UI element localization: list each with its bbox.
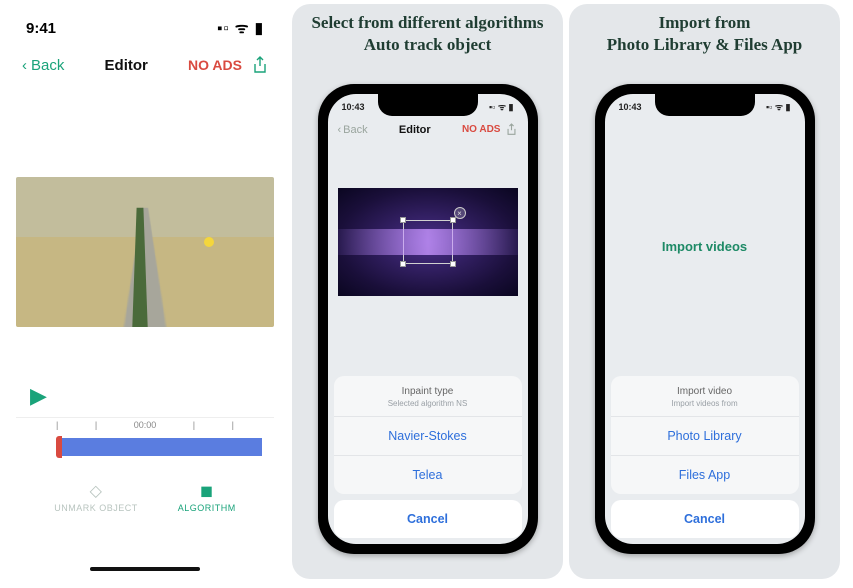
back-label: Back [31, 57, 64, 74]
sheet-subtitle: Selected algorithm NS [340, 399, 516, 408]
option-telea[interactable]: Telea [334, 455, 522, 494]
option-photo-library[interactable]: Photo Library [611, 416, 799, 455]
back-button[interactable]: ‹ Back [22, 57, 64, 74]
sheet-title: Inpaint type [340, 386, 516, 397]
caption-line-1: Select from different algorithms [302, 12, 553, 34]
algorithm-label: ALGORITHM [178, 503, 236, 513]
screenshot-import-sheet: Import from Photo Library & Files App 10… [569, 4, 840, 579]
no-ads-button[interactable]: NO ADS [462, 124, 501, 135]
caption-line-2: Auto track object [302, 34, 553, 56]
action-sheet: Import video Import videos from Photo Li… [611, 376, 799, 538]
import-videos-button[interactable]: Import videos [605, 239, 805, 254]
action-sheet: Inpaint type Selected algorithm NS Navie… [334, 376, 522, 538]
status-time: 10:43 [342, 102, 365, 112]
play-button[interactable]: ▶ [30, 383, 286, 409]
resize-handle-icon[interactable] [450, 217, 456, 223]
share-icon[interactable] [506, 123, 517, 136]
phone-screen: 10:43 ▪▫ ᯤ ▮ Import videos Import video … [605, 94, 805, 544]
algorithm-button[interactable]: ◼ ALGORITHM [178, 481, 236, 513]
close-selection-icon[interactable]: × [454, 207, 466, 219]
caption-line-1: Import from [579, 12, 830, 34]
diamond-icon: ◇ [54, 481, 138, 501]
status-indicators: ▪▫ ᯤ ▮ [766, 100, 791, 113]
status-time: 9:41 [26, 20, 56, 37]
status-bar: 9:41 ▪▫ ᯤ ▮ [4, 4, 286, 38]
timeline[interactable]: ||00:00|| [16, 417, 274, 465]
status-indicators: ▪▫ ᯤ ▮ [217, 18, 264, 38]
unmark-label: UNMARK OBJECT [54, 503, 138, 513]
screenshot-algorithm-sheet: Select from different algorithms Auto tr… [292, 4, 563, 579]
sheet-subtitle: Import videos from [617, 399, 793, 408]
nav-bar: ‹ Back Editor NO ADS [328, 113, 528, 140]
back-label: Back [343, 124, 367, 136]
resize-handle-icon[interactable] [400, 217, 406, 223]
phone-frame: 10:43 ▪▫ ᯤ ▮ Import videos Import video … [595, 84, 815, 554]
option-navier-stokes[interactable]: Navier-Stokes [334, 416, 522, 455]
panel-caption: Select from different algorithms Auto tr… [292, 4, 563, 60]
option-files-app[interactable]: Files App [611, 455, 799, 494]
status-indicators: ▪▫ ᯤ ▮ [489, 100, 514, 113]
resize-handle-icon[interactable] [450, 261, 456, 267]
sheet-options: Inpaint type Selected algorithm NS Navie… [334, 376, 522, 494]
timeline-label: 00:00 [134, 420, 157, 430]
sheet-header: Import video Import videos from [611, 376, 799, 416]
chevron-left-icon: ‹ [338, 124, 342, 136]
sheet-header: Inpaint type Selected algorithm NS [334, 376, 522, 416]
screenshot-editor-main: 9:41 ▪▫ ᯤ ▮ ‹ Back Editor NO ADS ▶ || [4, 4, 286, 579]
caption-line-2: Photo Library & Files App [579, 34, 830, 56]
tracker-marker-icon[interactable] [204, 237, 214, 247]
sheet-options: Import video Import videos from Photo Li… [611, 376, 799, 494]
status-time: 10:43 [619, 102, 642, 112]
cancel-button[interactable]: Cancel [611, 500, 799, 538]
selection-box[interactable]: × [403, 220, 453, 264]
no-ads-button[interactable]: NO ADS [188, 57, 242, 73]
chevron-left-icon: ‹ [22, 57, 27, 74]
phone-frame: 10:43 ▪▫ ᯤ ▮ ‹ Back Editor NO ADS [318, 84, 538, 554]
nav-bar: ‹ Back Editor NO ADS [4, 38, 286, 82]
back-button[interactable]: ‹ Back [338, 124, 368, 136]
video-preview[interactable]: × [338, 188, 518, 296]
resize-handle-icon[interactable] [400, 261, 406, 267]
page-title: Editor [399, 124, 431, 136]
timeline-ticks: ||00:00|| [16, 418, 274, 430]
notch [655, 94, 755, 116]
cancel-button[interactable]: Cancel [334, 500, 522, 538]
video-preview[interactable] [16, 177, 274, 327]
home-indicator[interactable] [90, 567, 200, 571]
timeline-clip[interactable] [62, 438, 262, 456]
unmark-object-button[interactable]: ◇ UNMARK OBJECT [54, 481, 138, 513]
sheet-title: Import video [617, 386, 793, 397]
bottom-toolbar: ◇ UNMARK OBJECT ◼ ALGORITHM [4, 481, 286, 513]
panel-caption: Import from Photo Library & Files App [569, 4, 840, 60]
share-icon[interactable] [252, 56, 268, 74]
notch [378, 94, 478, 116]
phone-screen: 10:43 ▪▫ ᯤ ▮ ‹ Back Editor NO ADS [328, 94, 528, 544]
page-title: Editor [105, 57, 148, 74]
square-dot-icon: ◼ [178, 481, 236, 501]
